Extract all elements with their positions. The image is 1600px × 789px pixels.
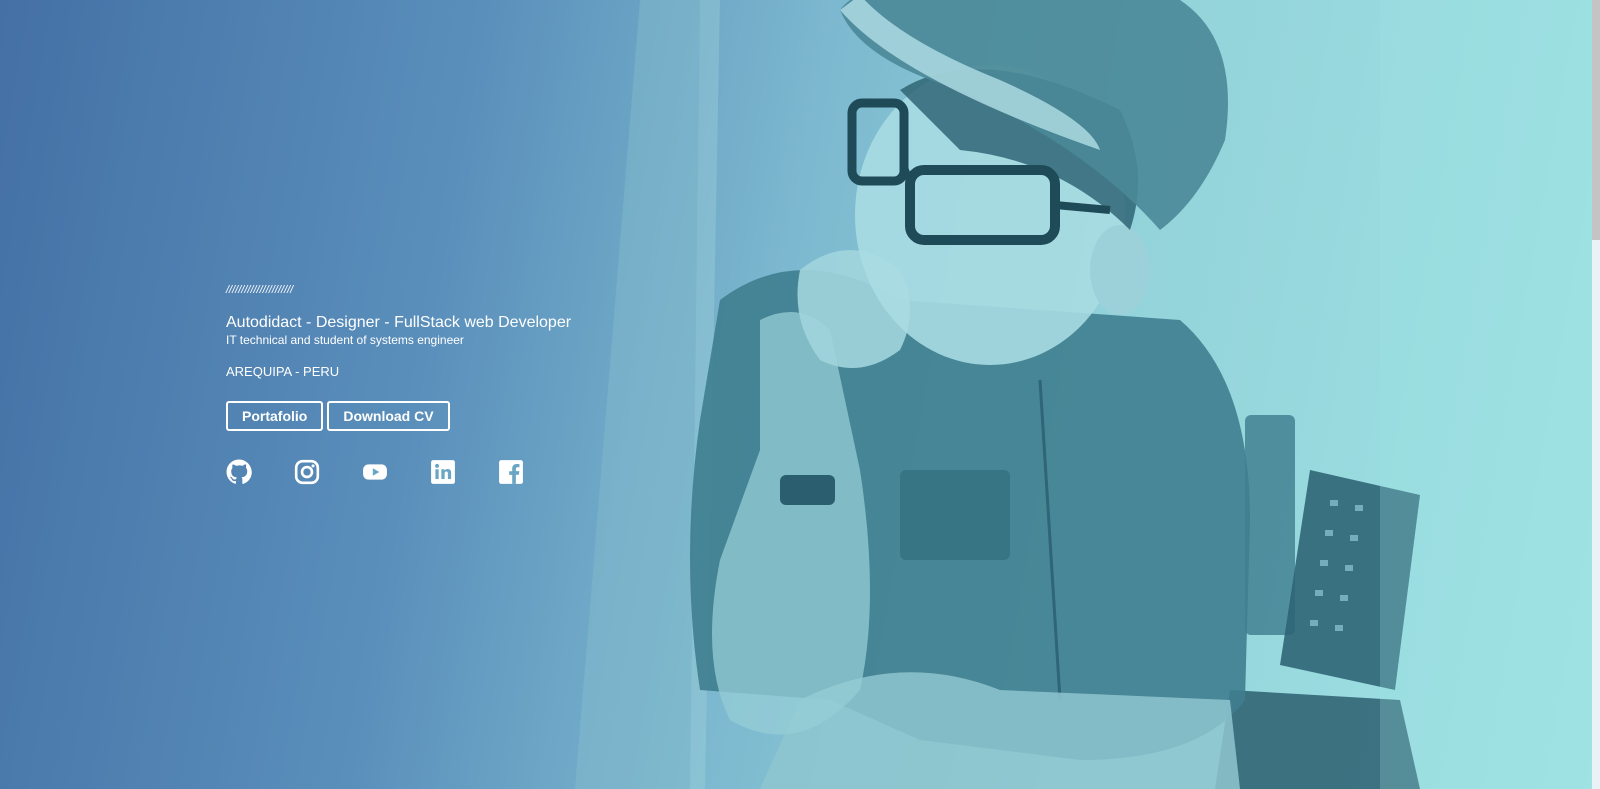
decorative-slashes: ////////////////////// bbox=[226, 284, 294, 296]
github-icon[interactable] bbox=[226, 459, 252, 485]
facebook-icon[interactable] bbox=[498, 459, 524, 485]
youtube-icon[interactable] bbox=[362, 459, 388, 485]
hero-content: ////////////////////// Autodidact - Desi… bbox=[226, 283, 646, 485]
portfolio-button[interactable]: Portafolio bbox=[226, 401, 324, 431]
hero-page: ////////////////////// Autodidact - Desi… bbox=[0, 0, 1600, 789]
hero-buttons: Portafolio Download CV bbox=[226, 401, 646, 431]
download-cv-button[interactable]: Download CV bbox=[327, 401, 450, 431]
role-title: Autodidact - Designer - FullStack web De… bbox=[226, 314, 572, 331]
social-links bbox=[226, 459, 646, 485]
linkedin-icon[interactable] bbox=[430, 459, 456, 485]
location-text: AREQUIPA - PERU bbox=[226, 364, 340, 379]
role-subtitle: IT technical and student of systems engi… bbox=[226, 333, 464, 347]
scrollbar-thumb[interactable] bbox=[1592, 0, 1600, 240]
instagram-icon[interactable] bbox=[294, 459, 320, 485]
